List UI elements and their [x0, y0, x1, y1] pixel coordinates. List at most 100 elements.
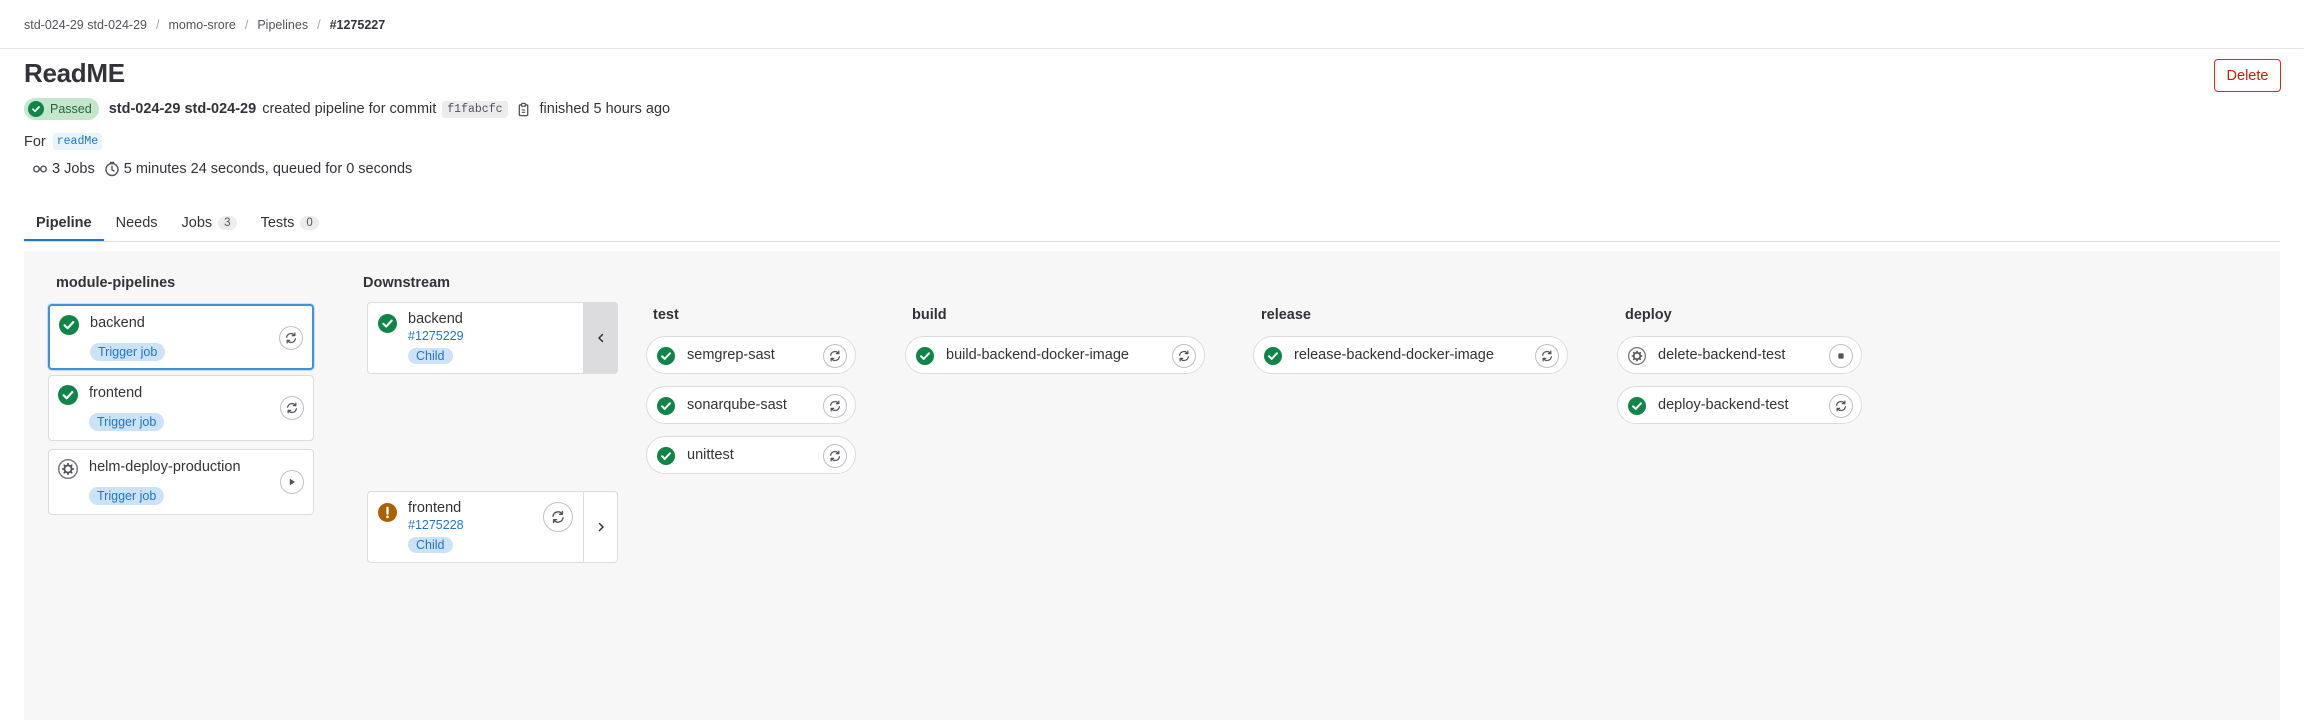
job-name: sonarqube-sast [687, 397, 787, 413]
success-icon [1264, 347, 1282, 368]
retry-icon[interactable] [823, 344, 847, 368]
stage-title: build [912, 307, 947, 323]
success-icon [378, 314, 397, 336]
stage-title: release [1261, 307, 1311, 323]
trigger-badge: Trigger job [89, 413, 165, 431]
stage-title: deploy [1625, 307, 1672, 323]
trigger-badge: Trigger job [90, 343, 166, 361]
job-release-backend-docker-image[interactable]: release-backend-docker-image [1253, 336, 1568, 374]
tabs-divider [24, 241, 2280, 242]
tab-label: Tests [260, 215, 295, 231]
action-text: created pipeline for commit [262, 101, 437, 117]
job-name: backend [90, 315, 145, 331]
pipeline-graph [24, 251, 2280, 720]
pipeline-stats: 3 Jobs 5 minutes 24 seconds, queued for … [32, 161, 412, 177]
job-build-backend-docker-image[interactable]: build-backend-docker-image [905, 336, 1205, 374]
status-badge[interactable]: Passed [24, 98, 99, 120]
header-divider [0, 48, 2304, 49]
job-name: deploy-backend-test [1658, 397, 1789, 413]
breadcrumb-item-project[interactable]: momo-srore [168, 18, 235, 32]
retry-icon[interactable] [1172, 344, 1196, 368]
child-badge: Child [408, 348, 453, 364]
job-delete-backend-test[interactable]: delete-backend-test [1617, 336, 1862, 374]
tab-tests[interactable]: Tests 0 [249, 205, 331, 241]
success-icon [28, 101, 44, 117]
collapse-button[interactable] [583, 303, 617, 373]
ref-line: For readMe [24, 133, 103, 150]
retry-icon[interactable] [543, 502, 573, 532]
trigger-job-frontend[interactable]: frontend Trigger job [48, 375, 314, 441]
warning-icon [378, 503, 397, 525]
success-icon [59, 315, 79, 338]
ref-branch-link[interactable]: readMe [52, 133, 103, 150]
page-title: ReadME [24, 58, 125, 88]
retry-icon[interactable] [823, 394, 847, 418]
success-icon [657, 447, 675, 468]
job-sonarqube-sast[interactable]: sonarqube-sast [646, 386, 856, 424]
child-badge: Child [408, 537, 453, 553]
job-name: delete-backend-test [1658, 347, 1786, 363]
breadcrumb-separator: / [244, 18, 249, 32]
stage-title: Downstream [363, 275, 451, 291]
pipeline-meta: Passed std-024-29 std-024-29 created pip… [24, 98, 670, 120]
play-icon[interactable] [280, 470, 304, 494]
tab-label: Needs [115, 215, 158, 231]
jobs-count: 3 Jobs [52, 161, 95, 177]
ref-prefix: For [24, 133, 46, 150]
job-name: semgrep-sast [687, 347, 775, 363]
success-icon [916, 347, 934, 368]
stage-title: test [653, 307, 679, 323]
success-icon [657, 347, 675, 368]
tab-needs[interactable]: Needs [104, 205, 170, 241]
copy-icon[interactable] [516, 102, 531, 117]
job-unittest[interactable]: unittest [646, 436, 856, 474]
downstream-pipeline-backend[interactable]: backend #1275229 Child [367, 302, 618, 374]
author-link[interactable]: std-024-29 std-024-29 [109, 101, 257, 117]
finished-text: finished 5 hours ago [539, 101, 671, 117]
tab-pipeline[interactable]: Pipeline [24, 205, 104, 241]
retry-icon[interactable] [1535, 344, 1559, 368]
delete-button[interactable]: Delete [2214, 59, 2281, 92]
tab-label: Jobs [181, 215, 213, 231]
commit-sha[interactable]: f1fabcfc [442, 100, 508, 118]
trigger-job-helm-deploy-production[interactable]: helm-deploy-production Trigger job [48, 449, 314, 515]
trigger-job-backend[interactable]: backend Trigger job [48, 304, 314, 370]
trigger-badge: Trigger job [89, 487, 165, 505]
job-deploy-backend-test[interactable]: deploy-backend-test [1617, 386, 1862, 424]
retry-icon[interactable] [280, 396, 304, 420]
retry-icon[interactable] [279, 326, 303, 350]
success-icon [1628, 397, 1646, 418]
chevron-right-icon [598, 522, 604, 532]
breadcrumb-separator: / [317, 18, 321, 32]
duration-text: 5 minutes 24 seconds, queued for 0 secon… [123, 161, 413, 177]
manual-icon [58, 459, 78, 482]
downstream-id-link[interactable]: #1275228 [408, 518, 464, 532]
stop-icon[interactable] [1829, 344, 1853, 368]
breadcrumb-separator: / [156, 18, 160, 32]
downstream-name: backend [408, 311, 463, 327]
success-icon [58, 385, 78, 408]
success-icon [657, 397, 675, 418]
breadcrumb-item-current[interactable]: #1275227 [330, 18, 386, 32]
downstream-pipeline-frontend[interactable]: frontend #1275228 Child [367, 491, 618, 563]
tab-jobs[interactable]: Jobs 3 [170, 205, 249, 241]
stage-title: module-pipelines [56, 275, 176, 291]
tab-count: 3 [218, 216, 237, 230]
job-semgrep-sast[interactable]: semgrep-sast [646, 336, 856, 374]
job-name: release-backend-docker-image [1294, 347, 1494, 363]
job-name: frontend [89, 385, 143, 401]
breadcrumb-item-pipelines[interactable]: Pipelines [257, 18, 308, 32]
tab-label: Pipeline [36, 215, 92, 231]
status-label: Passed [50, 102, 92, 116]
clock-icon [104, 161, 120, 177]
retry-icon[interactable] [823, 444, 847, 468]
pipeline-tabs: Pipeline Needs Jobs 3 Tests 0 [24, 205, 331, 241]
downstream-id-link[interactable]: #1275229 [408, 329, 464, 343]
downstream-name: frontend [408, 500, 462, 516]
job-name: helm-deploy-production [89, 459, 241, 475]
breadcrumb-item-group[interactable]: std-024-29 std-024-29 [24, 18, 147, 32]
job-name: build-backend-docker-image [946, 347, 1129, 363]
retry-icon[interactable] [1829, 394, 1853, 418]
job-name: unittest [687, 447, 734, 463]
expand-button[interactable] [583, 492, 617, 562]
